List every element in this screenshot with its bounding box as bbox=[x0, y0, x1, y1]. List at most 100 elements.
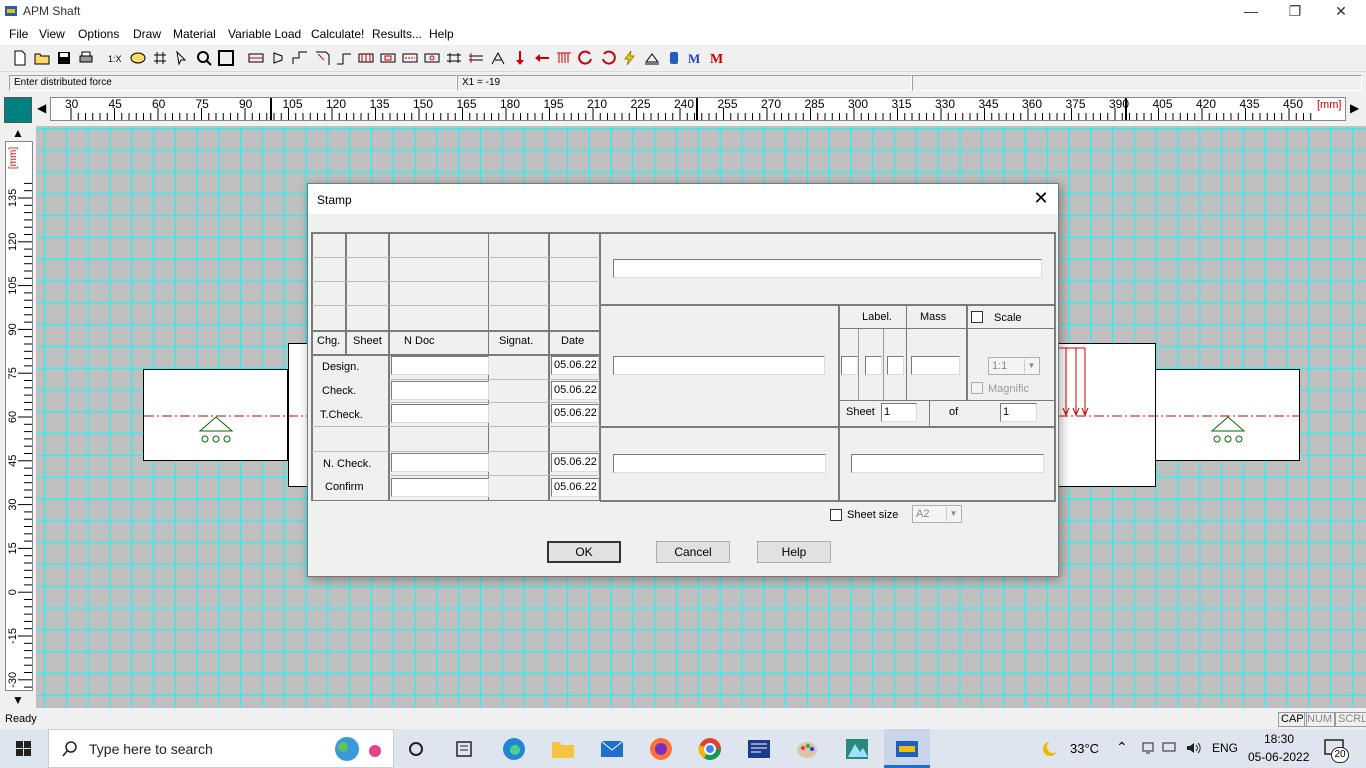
edge-browser-icon[interactable] bbox=[500, 735, 528, 763]
gear-section-icon[interactable] bbox=[468, 50, 484, 66]
moment-ccw-icon[interactable] bbox=[578, 50, 594, 66]
distributed-load-icon[interactable] bbox=[556, 50, 572, 66]
of-field[interactable]: 1 bbox=[1000, 403, 1037, 422]
label-field-2[interactable] bbox=[865, 356, 882, 375]
file-explorer-icon[interactable] bbox=[549, 735, 577, 763]
menu-options[interactable]: Options bbox=[78, 27, 119, 41]
mass-field[interactable] bbox=[911, 356, 960, 375]
confirm-date-field[interactable]: 05.06.22 bbox=[551, 478, 599, 497]
mail-icon[interactable] bbox=[598, 735, 626, 763]
zoom-fit-icon[interactable] bbox=[218, 50, 234, 66]
print-icon[interactable] bbox=[78, 50, 94, 66]
apm-shaft-taskbar-icon[interactable] bbox=[893, 735, 921, 763]
maximize-button[interactable]: ❐ bbox=[1272, 2, 1318, 22]
title-block-name-field[interactable] bbox=[613, 259, 1042, 278]
scroll-left-arrow-icon[interactable]: ◀ bbox=[37, 101, 46, 115]
sheet-size-combo[interactable]: A2 ▼ bbox=[912, 505, 962, 523]
open-folder-icon[interactable] bbox=[34, 50, 50, 66]
ok-button[interactable]: OK bbox=[547, 541, 621, 563]
results-icon[interactable]: M bbox=[710, 50, 726, 66]
ncheck-date-field[interactable]: 05.06.22 bbox=[551, 453, 599, 472]
menu-variable-load[interactable]: Variable Load bbox=[228, 27, 301, 41]
minimize-button[interactable]: — bbox=[1228, 2, 1274, 22]
menu-results[interactable]: Results... bbox=[372, 27, 422, 41]
windows-start-icon[interactable] bbox=[0, 729, 48, 768]
keyway-icon[interactable] bbox=[380, 50, 396, 66]
cone-section-icon[interactable] bbox=[270, 50, 286, 66]
drawing-name-field[interactable] bbox=[613, 356, 825, 375]
label-field-3[interactable] bbox=[887, 356, 904, 375]
bearing-icon[interactable] bbox=[666, 50, 682, 66]
clock-date[interactable]: 05-06-2022 bbox=[1248, 750, 1309, 764]
support-left-icon[interactable] bbox=[198, 416, 234, 443]
ncheck-ndoc-field[interactable] bbox=[391, 453, 489, 472]
menu-material[interactable]: Material bbox=[173, 27, 216, 41]
force-left-icon[interactable] bbox=[534, 50, 550, 66]
task-view-icon[interactable] bbox=[402, 735, 430, 763]
design-date-field[interactable]: 05.06.22 bbox=[551, 356, 599, 375]
display-icon[interactable] bbox=[1162, 741, 1176, 755]
spline-icon[interactable] bbox=[402, 50, 418, 66]
menu-draw[interactable]: Draw bbox=[133, 27, 161, 41]
scroll-up-arrow-icon[interactable]: ▲ bbox=[12, 126, 24, 140]
magnific-checkbox[interactable] bbox=[971, 382, 983, 394]
tcheck-date-field[interactable]: 05.06.22 bbox=[551, 404, 599, 423]
hole-icon[interactable] bbox=[424, 50, 440, 66]
volume-icon[interactable] bbox=[1186, 741, 1202, 755]
grid-icon[interactable] bbox=[152, 50, 168, 66]
menu-help[interactable]: Help bbox=[429, 27, 454, 41]
confirm-ndoc-field[interactable] bbox=[391, 478, 489, 497]
lightning-icon[interactable] bbox=[622, 50, 638, 66]
support-right-icon[interactable] bbox=[1210, 416, 1246, 443]
zoom-icon[interactable] bbox=[196, 50, 212, 66]
force-down-icon[interactable] bbox=[512, 50, 528, 66]
chevron-up-icon[interactable]: ⌃ bbox=[1116, 739, 1128, 756]
close-button[interactable]: ✕ bbox=[1318, 2, 1364, 22]
sheet-field[interactable]: 1 bbox=[881, 403, 917, 422]
thread-icon[interactable] bbox=[358, 50, 374, 66]
label-field-1[interactable] bbox=[841, 356, 858, 375]
calculate-icon[interactable]: M bbox=[688, 50, 704, 66]
app-window-icon[interactable] bbox=[745, 735, 773, 763]
weather-icon[interactable] bbox=[1040, 739, 1062, 759]
hatch-icon[interactable] bbox=[490, 50, 506, 66]
firefox-icon[interactable] bbox=[647, 735, 675, 763]
distributed-load-arrows[interactable] bbox=[1059, 347, 1089, 417]
language-indicator[interactable]: ENG bbox=[1212, 741, 1238, 755]
scale-checkbox[interactable] bbox=[971, 311, 983, 323]
company-field[interactable] bbox=[613, 454, 826, 473]
groove-icon[interactable] bbox=[336, 50, 352, 66]
select-icon[interactable] bbox=[174, 50, 190, 66]
scroll-right-arrow-icon[interactable]: ▶ bbox=[1350, 101, 1359, 115]
cylinder-section-icon[interactable] bbox=[248, 50, 264, 66]
scroll-down-arrow-icon[interactable]: ▼ bbox=[12, 693, 24, 707]
check-date-field[interactable]: 05.06.22 bbox=[551, 381, 599, 400]
organization-field[interactable] bbox=[851, 454, 1044, 473]
tcheck-ndoc-field[interactable] bbox=[391, 404, 489, 423]
new-file-icon[interactable] bbox=[12, 50, 28, 66]
paint-icon[interactable] bbox=[794, 735, 822, 763]
chamfer-icon[interactable] bbox=[314, 50, 330, 66]
app-mountain-icon[interactable] bbox=[843, 735, 871, 763]
chrome-icon[interactable] bbox=[696, 735, 724, 763]
widgets-icon[interactable] bbox=[450, 735, 478, 763]
menu-file[interactable]: File bbox=[9, 27, 28, 41]
step-icon[interactable] bbox=[292, 50, 308, 66]
zoom-1x-icon[interactable]: 1:X bbox=[108, 50, 124, 66]
cancel-button[interactable]: Cancel bbox=[656, 541, 730, 563]
save-icon[interactable] bbox=[56, 50, 72, 66]
clock-time[interactable]: 18:30 bbox=[1264, 732, 1294, 746]
fillet-icon[interactable] bbox=[446, 50, 462, 66]
sheet-size-checkbox[interactable] bbox=[830, 509, 842, 521]
moment-cw-icon[interactable] bbox=[600, 50, 616, 66]
palette-icon[interactable] bbox=[130, 50, 146, 66]
menu-calculate[interactable]: Calculate! bbox=[311, 27, 364, 41]
design-ndoc-field[interactable] bbox=[391, 356, 489, 375]
help-button[interactable]: Help bbox=[757, 541, 831, 563]
support-icon[interactable] bbox=[644, 50, 660, 66]
check-ndoc-field[interactable] bbox=[391, 381, 489, 400]
scale-combo[interactable]: 1:1 ▼ bbox=[988, 357, 1040, 375]
search-box[interactable]: Type here to search bbox=[48, 729, 394, 768]
menu-view[interactable]: View bbox=[39, 27, 65, 41]
network-icon[interactable] bbox=[1141, 741, 1155, 755]
